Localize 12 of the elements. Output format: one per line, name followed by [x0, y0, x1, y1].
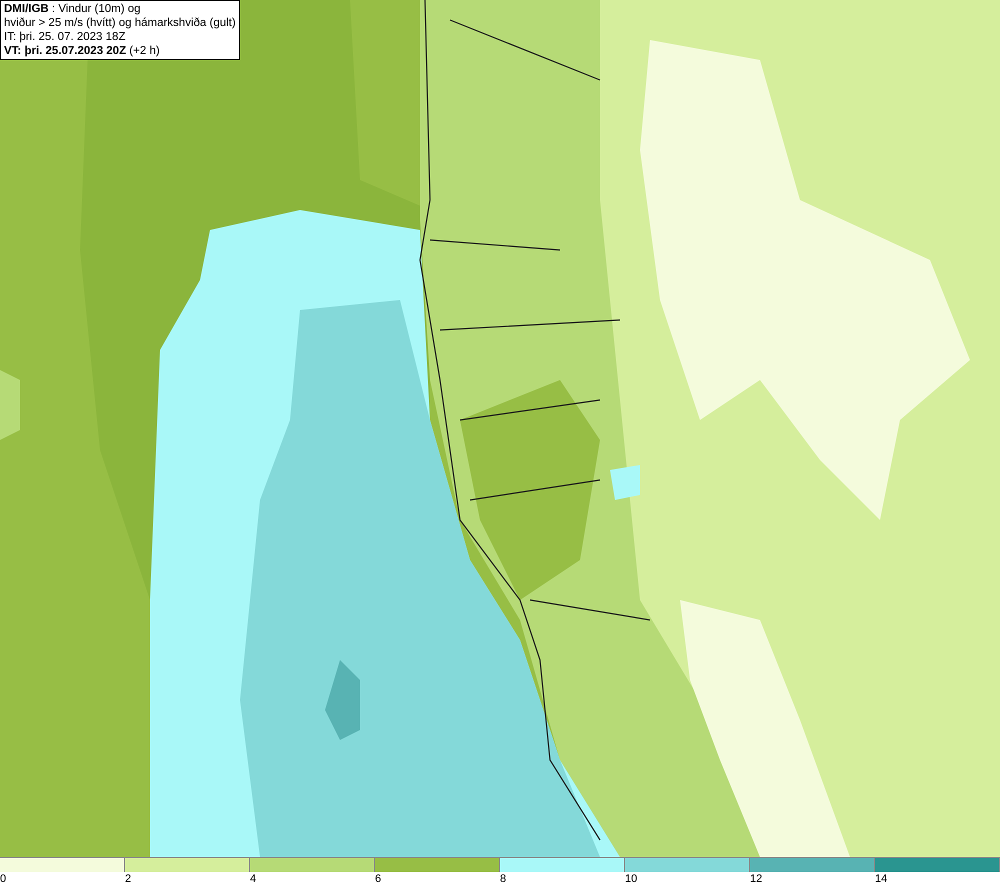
legend-label: 14 — [875, 872, 888, 886]
legend-label: 0 — [0, 872, 6, 886]
info-line: IT: þri. 25. 07. 2023 18Z — [4, 30, 126, 44]
legend-label: 10 — [625, 872, 638, 886]
info-line: VT: þri. 25.07.2023 20Z (+2 h) — [4, 44, 161, 58]
info-line: hviður > 25 m/s (hvítt) og hámarkshviða (gult) — [4, 16, 236, 30]
legend-label: 2 — [125, 872, 132, 886]
legend-label: 8 — [500, 872, 506, 886]
legend-label: 4 — [250, 872, 256, 886]
legend-label: 12 — [750, 872, 762, 886]
info-line: DMI/IGB : Vindur (10m) og — [4, 2, 142, 16]
legend-label: 6 — [375, 872, 382, 886]
